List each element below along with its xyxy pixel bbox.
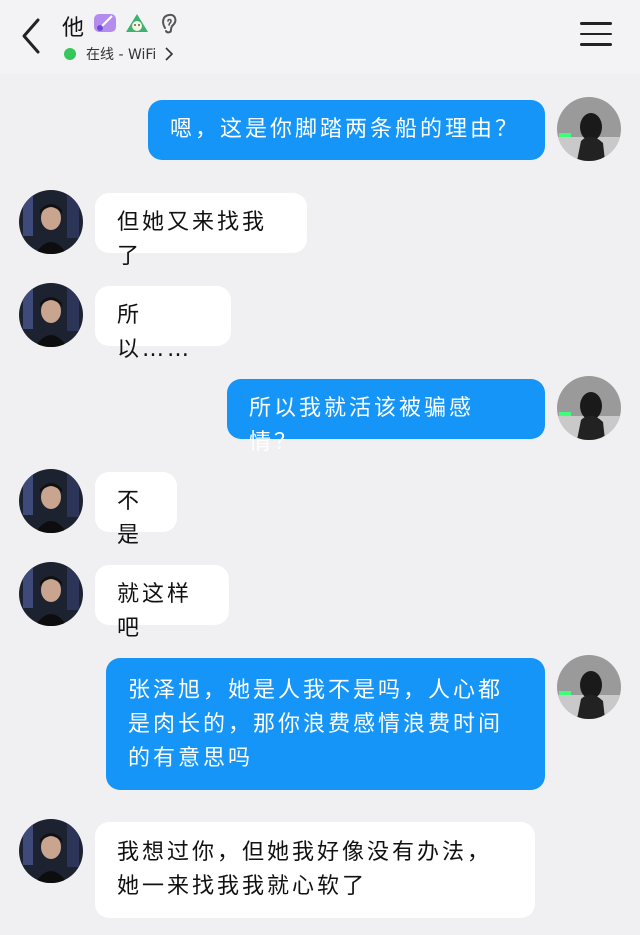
status-row[interactable]: 在线 - WiFi	[64, 44, 174, 64]
message-bubble-outgoing[interactable]: 张泽旭，她是人我不是吗，人心都是肉长的，那你浪费感情浪费时间的有意思吗	[106, 658, 545, 790]
message-bubble-incoming[interactable]: 所以……	[95, 286, 231, 362]
online-status-icon	[64, 48, 76, 60]
message-bubble-incoming[interactable]: 不是	[95, 472, 177, 548]
message-bubble-outgoing[interactable]: 嗯，这是你脚踏两条船的理由？	[148, 100, 545, 160]
contact-avatar[interactable]	[19, 819, 83, 883]
hamburger-menu-icon	[580, 22, 612, 25]
back-button[interactable]	[18, 16, 48, 56]
message-text: 不是	[117, 489, 143, 548]
avatar-image	[19, 819, 83, 883]
message-text: 就这样吧	[117, 582, 193, 641]
message-text: 所以……	[117, 303, 193, 362]
message-text: 但她又来找我了	[117, 210, 268, 269]
badge-row	[92, 10, 182, 36]
avatar-image	[19, 283, 83, 347]
message-bubble-outgoing[interactable]: 所以我就活该被骗感情？	[227, 379, 545, 455]
avatar-image	[19, 469, 83, 533]
chevron-left-icon	[22, 18, 40, 54]
chevron-right-icon	[165, 47, 174, 61]
message-text: 嗯，这是你脚踏两条船的理由？	[170, 117, 521, 142]
contact-avatar[interactable]	[19, 469, 83, 533]
contact-avatar[interactable]	[19, 190, 83, 254]
contact-avatar[interactable]	[19, 562, 83, 626]
message-bubble-incoming[interactable]: 我想过你，但她我好像没有办法，她一来找我我就心软了	[95, 822, 535, 918]
avatar-image	[19, 562, 83, 626]
contact-avatar[interactable]	[19, 283, 83, 347]
my-avatar[interactable]	[557, 97, 621, 161]
message-text: 张泽旭，她是人我不是吗，人心都是肉长的，那你浪费感情浪费时间的有意思吗	[128, 678, 504, 771]
message-bubble-incoming[interactable]: 就这样吧	[95, 565, 229, 641]
status-text: 在线 - WiFi	[86, 47, 157, 63]
my-avatar[interactable]	[557, 376, 621, 440]
avatar-image	[557, 97, 621, 161]
guitar-badge-icon[interactable]	[92, 10, 118, 36]
my-avatar[interactable]	[557, 655, 621, 719]
message-bubble-incoming[interactable]: 但她又来找我了	[95, 193, 307, 269]
avatar-image	[19, 190, 83, 254]
chat-header: 他 在线 - WiFi	[0, 0, 640, 74]
menu-button[interactable]	[580, 22, 612, 48]
ear-badge-icon[interactable]	[156, 10, 182, 36]
avatar-image	[557, 376, 621, 440]
message-text: 我想过你，但她我好像没有办法，她一来找我我就心软了	[117, 840, 493, 899]
contact-name[interactable]: 他	[62, 10, 84, 42]
rice-dumpling-badge-icon[interactable]	[124, 10, 150, 36]
message-text: 所以我就活该被骗感情？	[249, 396, 475, 455]
avatar-image	[557, 655, 621, 719]
